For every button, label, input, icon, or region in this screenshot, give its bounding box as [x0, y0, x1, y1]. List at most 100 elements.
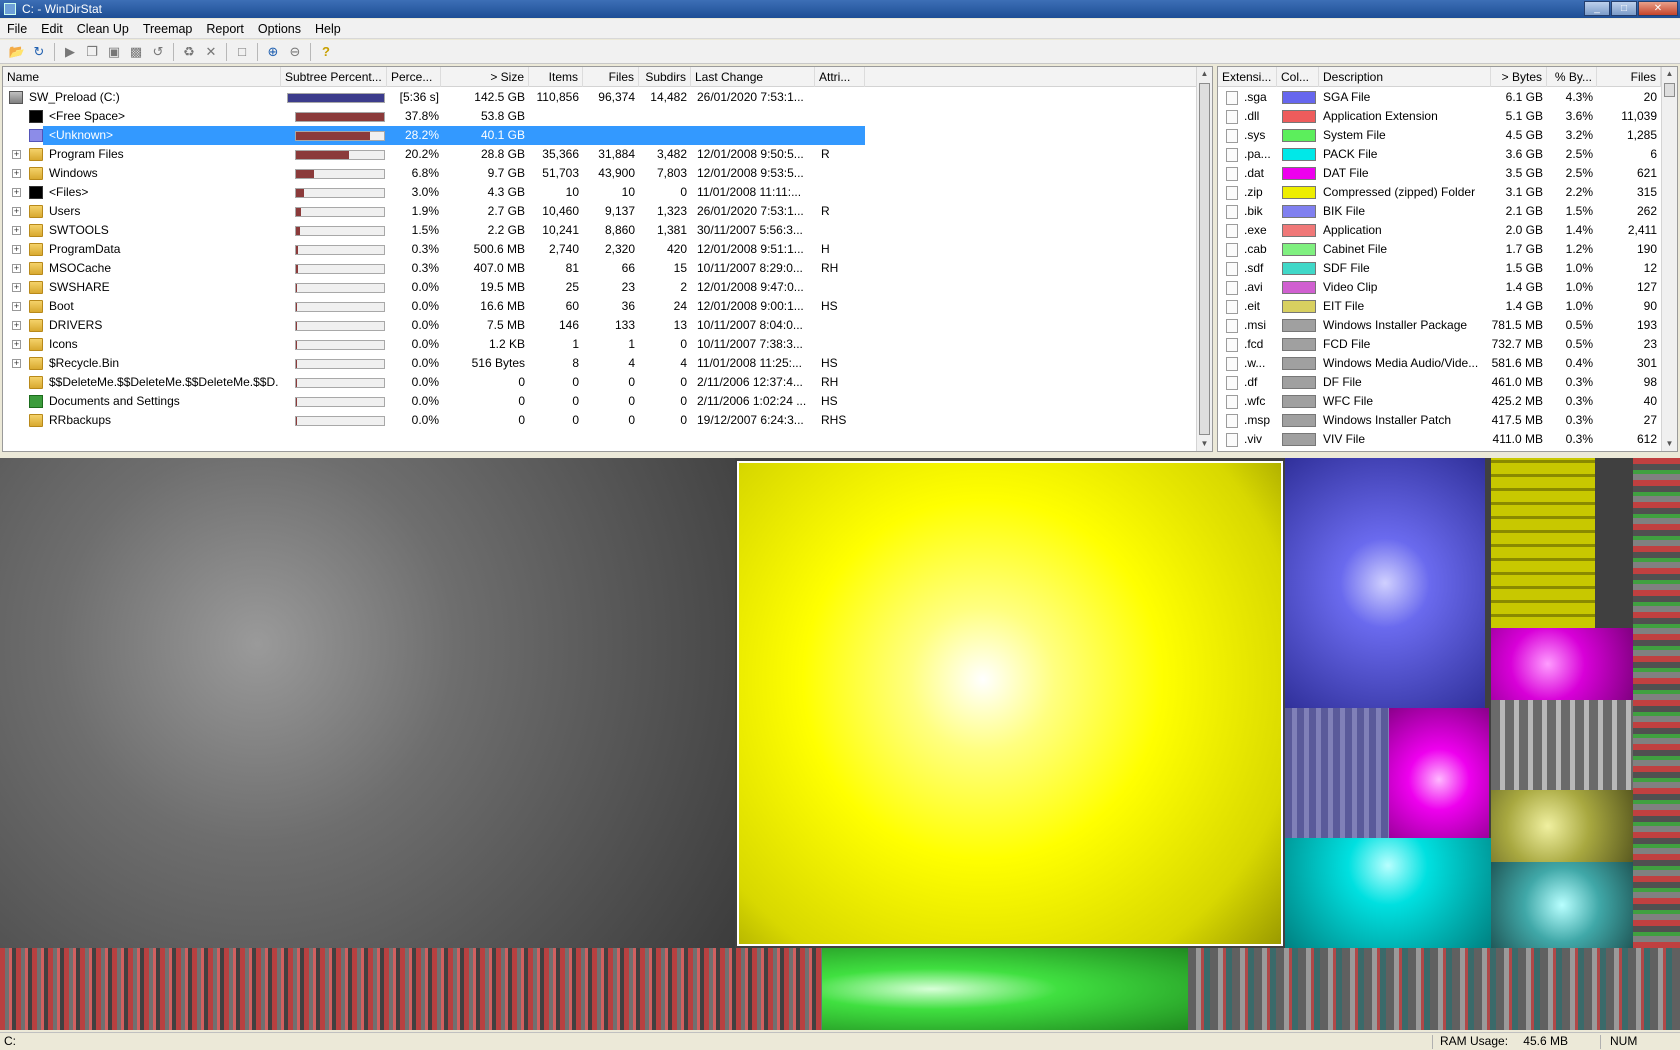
tree-row[interactable]: + DRIVERS 0.0% 7.5 MB 146 133 13 10/11/2007 8:0… [3, 316, 1212, 335]
expand-icon[interactable]: + [12, 302, 21, 311]
zoom-out-icon[interactable]: ⊖ [284, 42, 306, 62]
expand-icon[interactable]: + [12, 150, 21, 159]
refresh-icon[interactable]: ↺ [147, 42, 169, 62]
treemap-block-blue[interactable] [1285, 458, 1485, 708]
refresh-all-icon[interactable]: ↻ [28, 42, 50, 62]
tree-scroll-thumb[interactable] [1199, 83, 1210, 435]
extension-row[interactable]: .sga SGA File 6.1 GB 4.3% 20 [1218, 88, 1677, 107]
menu-treemap[interactable]: Treemap [136, 22, 200, 36]
treemap-block-bottom-red[interactable] [0, 948, 822, 1030]
col-bytes[interactable]: > Bytes [1491, 67, 1547, 87]
col-percent[interactable]: Perce... [387, 67, 441, 87]
col-files[interactable]: Files [583, 67, 639, 87]
play-icon[interactable]: ▶ [59, 42, 81, 62]
tree-row[interactable]: + SWTOOLS 1.5% 2.2 GB 10,241 8,860 1,381 30/11/… [3, 221, 1212, 240]
close-button[interactable]: ✕ [1638, 1, 1678, 16]
tree-row[interactable]: + Boot 0.0% 16.6 MB 60 36 24 12/01/2008 9:00:1.… [3, 297, 1212, 316]
extension-row[interactable]: .fcd FCD File 732.7 MB 0.5% 23 [1218, 335, 1677, 354]
extension-row[interactable]: .pa... PACK File 3.6 GB 2.5% 6 [1218, 145, 1677, 164]
treemap-free-space[interactable] [0, 458, 735, 948]
extension-row[interactable]: .dat DAT File 3.5 GB 2.5% 621 [1218, 164, 1677, 183]
zoom-in-icon[interactable]: ⊕ [262, 42, 284, 62]
menu-options[interactable]: Options [251, 22, 308, 36]
scroll-up-icon[interactable]: ▲ [1197, 67, 1212, 81]
extension-row[interactable]: .bik BIK File 2.1 GB 1.5% 262 [1218, 202, 1677, 221]
menu-report[interactable]: Report [199, 22, 251, 36]
expand-icon[interactable]: + [12, 169, 21, 178]
treemap-block-teal-small[interactable] [1491, 862, 1633, 948]
col-subtree-percent[interactable]: Subtree Percent... [281, 67, 387, 87]
treemap-unknown[interactable] [737, 461, 1283, 946]
treemap-block-cyan[interactable] [1285, 838, 1491, 948]
tree-row[interactable]: + SWSHARE 0.0% 19.5 MB 25 23 2 12/01/2008 9:47:… [3, 278, 1212, 297]
expand-icon[interactable]: + [12, 245, 21, 254]
tree-row[interactable]: SW_Preload (C:) [5:36 s] 142.5 GB 110,856 96… [3, 88, 1212, 107]
col-last-change[interactable]: Last Change [691, 67, 815, 87]
treemap-block-green[interactable] [822, 948, 1188, 1030]
expand-icon[interactable]: + [12, 188, 21, 197]
treemap-block-bottom-mixed[interactable] [1188, 948, 1680, 1030]
tree-row[interactable]: + Users 1.9% 2.7 GB 10,460 9,137 1,323 26/01/20… [3, 202, 1212, 221]
open-icon[interactable]: 📂 [6, 42, 28, 62]
maximize-button[interactable]: □ [1611, 1, 1637, 16]
extension-row[interactable]: .exe Application 2.0 GB 1.4% 2,411 [1218, 221, 1677, 240]
col-size[interactable]: > Size [441, 67, 529, 87]
scroll-down-icon[interactable]: ▼ [1662, 437, 1677, 451]
extension-row[interactable]: .cab Cabinet File 1.7 GB 1.2% 190 [1218, 240, 1677, 259]
tree-row[interactable]: $$DeleteMe.$$DeleteMe.$$DeleteMe.$$D... 0… [3, 373, 1212, 392]
tree-row[interactable]: <Free Space> 37.8% 53.8 GB [3, 107, 1212, 126]
col-percent-bytes[interactable]: % By... [1547, 67, 1597, 87]
treemap-block-yellow-small[interactable] [1491, 458, 1595, 628]
extension-scroll-thumb[interactable] [1664, 83, 1675, 97]
extension-row[interactable]: .msp Windows Installer Patch 417.5 MB 0.3% 2… [1218, 411, 1677, 430]
tree-row[interactable]: + Program Files 20.2% 28.8 GB 35,366 31,884 3,… [3, 145, 1212, 164]
treemap-block-blue-gray[interactable] [1285, 708, 1389, 838]
col-color[interactable]: Col... [1277, 67, 1319, 87]
col-ext-files[interactable]: Files [1597, 67, 1661, 87]
treemap-block-olive[interactable] [1491, 790, 1633, 862]
tree-row[interactable]: Documents and Settings 0.0% 0 0 0 0 2/11/2006 … [3, 392, 1212, 411]
tree-row[interactable]: + Windows 6.8% 9.7 GB 51,703 43,900 7,803 12/01… [3, 164, 1212, 183]
extension-row[interactable]: .wfc WFC File 425.2 MB 0.3% 40 [1218, 392, 1677, 411]
tree-row[interactable]: + Icons 0.0% 1.2 KB 1 1 0 10/11/2007 7:38:3... [3, 335, 1212, 354]
new-folder-icon[interactable]: □ [231, 42, 253, 62]
tree-row[interactable]: RRbackups 0.0% 0 0 0 0 19/12/2007 6:24:3... RHS [3, 411, 1212, 430]
tree-row[interactable]: + ProgramData 0.3% 500.6 MB 2,740 2,320 420 12/… [3, 240, 1212, 259]
col-extension[interactable]: Extensi... [1218, 67, 1277, 87]
extension-row[interactable]: .zip Compressed (zipped) Folder 3.1 GB 2.2%… [1218, 183, 1677, 202]
expand-icon[interactable]: + [12, 321, 21, 330]
minimize-button[interactable]: _ [1584, 1, 1610, 16]
command-prompt-icon[interactable]: ▩ [125, 42, 147, 62]
extension-row[interactable]: .w... Windows Media Audio/Vide... 581.6 MB… [1218, 354, 1677, 373]
expand-icon[interactable]: + [12, 207, 21, 216]
col-name[interactable]: Name [3, 67, 281, 87]
treemap-block-magenta[interactable] [1389, 708, 1489, 838]
treemap-block-gray-mixed[interactable] [1491, 700, 1633, 790]
col-description[interactable]: Description [1319, 67, 1491, 87]
explorer-icon[interactable]: ▣ [103, 42, 125, 62]
extension-row[interactable]: .sys System File 4.5 GB 3.2% 1,285 [1218, 126, 1677, 145]
menu-clean-up[interactable]: Clean Up [70, 22, 136, 36]
expand-icon[interactable]: + [12, 264, 21, 273]
expand-icon[interactable]: + [12, 340, 21, 349]
tree-row[interactable]: <Unknown> 28.2% 40.1 GB [3, 126, 1212, 145]
tree-row[interactable]: + $Recycle.Bin 0.0% 516 Bytes 8 4 4 11/01/2008 … [3, 354, 1212, 373]
col-subdirs[interactable]: Subdirs [639, 67, 691, 87]
extension-row[interactable]: .eit EIT File 1.4 GB 1.0% 90 [1218, 297, 1677, 316]
copy-icon[interactable]: ❐ [81, 42, 103, 62]
menu-help[interactable]: Help [308, 22, 348, 36]
col-attributes[interactable]: Attri... [815, 67, 865, 87]
extension-row[interactable]: .msi Windows Installer Package 781.5 MB 0.5… [1218, 316, 1677, 335]
col-items[interactable]: Items [529, 67, 583, 87]
delete-icon[interactable]: ✕ [200, 42, 222, 62]
extension-scrollbar[interactable]: ▲ ▼ [1661, 67, 1677, 451]
extension-row[interactable]: .sdf SDF File 1.5 GB 1.0% 12 [1218, 259, 1677, 278]
extension-row[interactable]: .viv VIV File 411.0 MB 0.3% 612 [1218, 430, 1677, 449]
menu-edit[interactable]: Edit [34, 22, 70, 36]
menu-file[interactable]: File [0, 22, 34, 36]
expand-icon[interactable]: + [12, 359, 21, 368]
recycle-icon[interactable]: ♻ [178, 42, 200, 62]
extension-row[interactable]: .dll Application Extension 5.1 GB 3.6% 11,03… [1218, 107, 1677, 126]
treemap-block-right-strip[interactable] [1633, 458, 1680, 948]
tree-scrollbar[interactable]: ▲ ▼ [1196, 67, 1212, 451]
